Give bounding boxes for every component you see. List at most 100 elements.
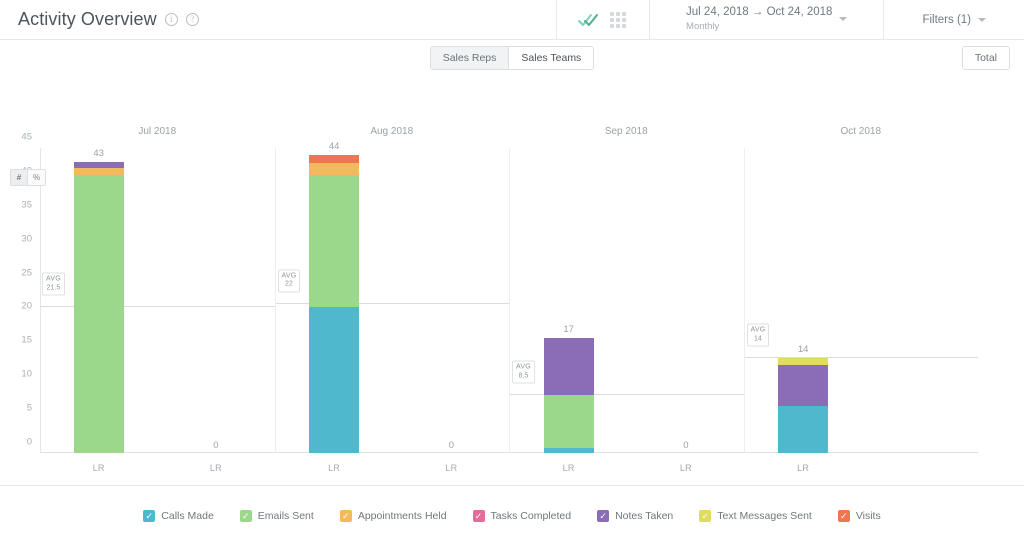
average-badge: AVG 21.5 [42,272,65,296]
bar-segment[interactable] [778,358,829,365]
bar-total-label: 43 [93,147,104,159]
header-title-zone: Activity Overview i ? [0,0,556,39]
average-badge-label: AVG [46,275,61,283]
unit-toggle-group: # % [10,169,46,186]
chevron-down-icon [978,17,986,22]
legend-item[interactable]: ✓ Appointments Held [339,510,447,522]
average-badge-label: AVG [281,272,297,280]
legend-checkbox-icon[interactable]: ✓ [597,510,610,522]
filters-button[interactable]: Filters (1) [900,14,1008,26]
y-axis-tick: 35 [21,199,32,211]
bar-segment[interactable] [309,154,360,163]
x-axis-tick: LR [679,463,692,473]
x-axis-tick: LR [562,463,575,473]
month-group: AVG 14 14 LR [743,148,978,473]
legend-item[interactable]: ✓ Notes Taken [597,510,673,522]
legend-label: Emails Sent [257,510,314,522]
y-axis-tick: 25 [21,267,32,279]
bar-total-label: 0 [683,440,689,451]
bar-segment[interactable] [73,168,124,176]
legend-checkbox-icon[interactable]: ✓ [239,510,252,522]
average-badge: AVG 8.5 [512,360,535,384]
bar-segment[interactable] [778,405,829,453]
month-label: Jul 2018 [138,126,177,137]
date-range-section: Jul 24, 2018 → Oct 24, 2018 Monthly [649,0,883,39]
average-badge-value: 21.5 [46,284,61,292]
view-switcher [556,0,649,39]
filters-section: Filters (1) [883,0,1024,39]
y-axis: 051015202530354045 [6,132,36,453]
legend-label: Visits [855,510,881,522]
stacked-bar[interactable]: 17 [543,324,594,453]
month-group: AVG 22 44 LR 0 LR [274,141,509,473]
average-badge: AVG 14 [746,323,770,347]
average-badge-label: AVG [516,363,531,371]
y-axis-tick: 5 [26,402,32,414]
tab-sales-reps[interactable]: Sales Reps [430,47,510,69]
legend-label: Calls Made [161,510,214,522]
date-range-picker[interactable]: Jul 24, 2018 → Oct 24, 2018 Monthly [666,5,867,33]
legend-item[interactable]: ✓ Visits [837,510,881,522]
app-header: Activity Overview i ? Jul 24, 2018 → Oct… [0,0,1024,40]
legend-checkbox-icon[interactable]: ✓ [472,510,485,522]
chart-legend: ✓ Calls Made ✓ Emails Sent ✓ Appointments Hel… [0,486,1024,546]
bar-total-label: 0 [448,440,455,451]
average-badge-label: AVG [750,326,766,334]
filters-label: Filters (1) [922,13,971,26]
legend-label: Text Messages Sent [717,510,812,522]
legend-item[interactable]: ✓ Calls Made [143,510,214,522]
bar-segment[interactable] [309,307,360,453]
bar-segment[interactable] [309,162,360,176]
stacked-bar[interactable]: 43 [73,148,124,453]
grid-icon[interactable] [603,5,633,35]
legend-checkbox-icon[interactable]: ✓ [699,510,712,522]
y-axis-tick: 20 [21,300,32,312]
month-header-row: Jul 2018 Aug 2018 Sep 2018 Oct 2018 [40,126,978,144]
total-button[interactable]: Total [961,46,1010,70]
bar-segment[interactable] [543,448,594,453]
y-axis-tick: 10 [21,368,32,380]
y-axis-tick: 30 [21,233,32,245]
info-icon[interactable]: i [164,13,178,26]
legend-item[interactable]: ✓ Text Messages Sent [699,510,812,522]
unit-toggle-number[interactable]: # [11,170,28,185]
y-axis-tick: 0 [26,436,32,448]
bar-total-label: 14 [797,344,809,356]
stacked-bar[interactable]: 44 [309,141,360,453]
bar-total-label: 17 [563,323,574,335]
x-axis-tick: LR [92,463,105,473]
legend-item[interactable]: ✓ Emails Sent [239,510,314,522]
tab-sales-teams[interactable]: Sales Teams [509,47,594,69]
average-badge: AVG 22 [277,269,301,293]
unit-toggle-percent[interactable]: % [28,170,45,185]
month-label: Oct 2018 [840,126,882,137]
bar-segment[interactable] [309,175,360,308]
average-badge-value: 14 [754,335,762,343]
stacked-bar[interactable]: 14 [778,344,829,453]
date-granularity-value: Monthly [686,20,720,32]
month-group: AVG 8.5 17 LR 0 LR [509,148,744,473]
average-badge-value: 8.5 [518,372,529,380]
bar-segment[interactable] [543,337,594,396]
page-title: Activity Overview [18,9,157,29]
bar-total-label: 0 [213,440,219,451]
legend-checkbox-icon[interactable]: ✓ [339,510,352,522]
average-badge-value: 22 [285,280,293,288]
date-range-value: Jul 24, 2018 → Oct 24, 2018 [686,6,833,19]
help-icon[interactable]: ? [185,13,199,26]
chevron-down-icon [839,17,848,22]
bar-segment[interactable] [73,175,124,453]
audience-tab-group: Sales Reps Sales Teams [429,46,595,70]
legend-checkbox-icon[interactable]: ✓ [837,510,850,522]
y-axis-tick: 45 [21,131,32,143]
month-group: AVG 21.5 43 LR 0 LR [40,148,275,473]
bar-segment[interactable] [73,161,124,169]
legend-checkbox-icon[interactable]: ✓ [143,510,156,522]
bar-segment[interactable] [778,364,829,406]
activity-check-icon[interactable] [573,5,603,35]
legend-item[interactable]: ✓ Tasks Completed [472,510,572,522]
bar-total-label: 44 [328,140,340,152]
bar-segment[interactable] [543,395,594,449]
chart-container: # % Jul 2018 Aug 2018 Sep 2018 Oct 2018 0 5 1… [0,76,1024,486]
legend-label: Tasks Completed [490,510,572,522]
